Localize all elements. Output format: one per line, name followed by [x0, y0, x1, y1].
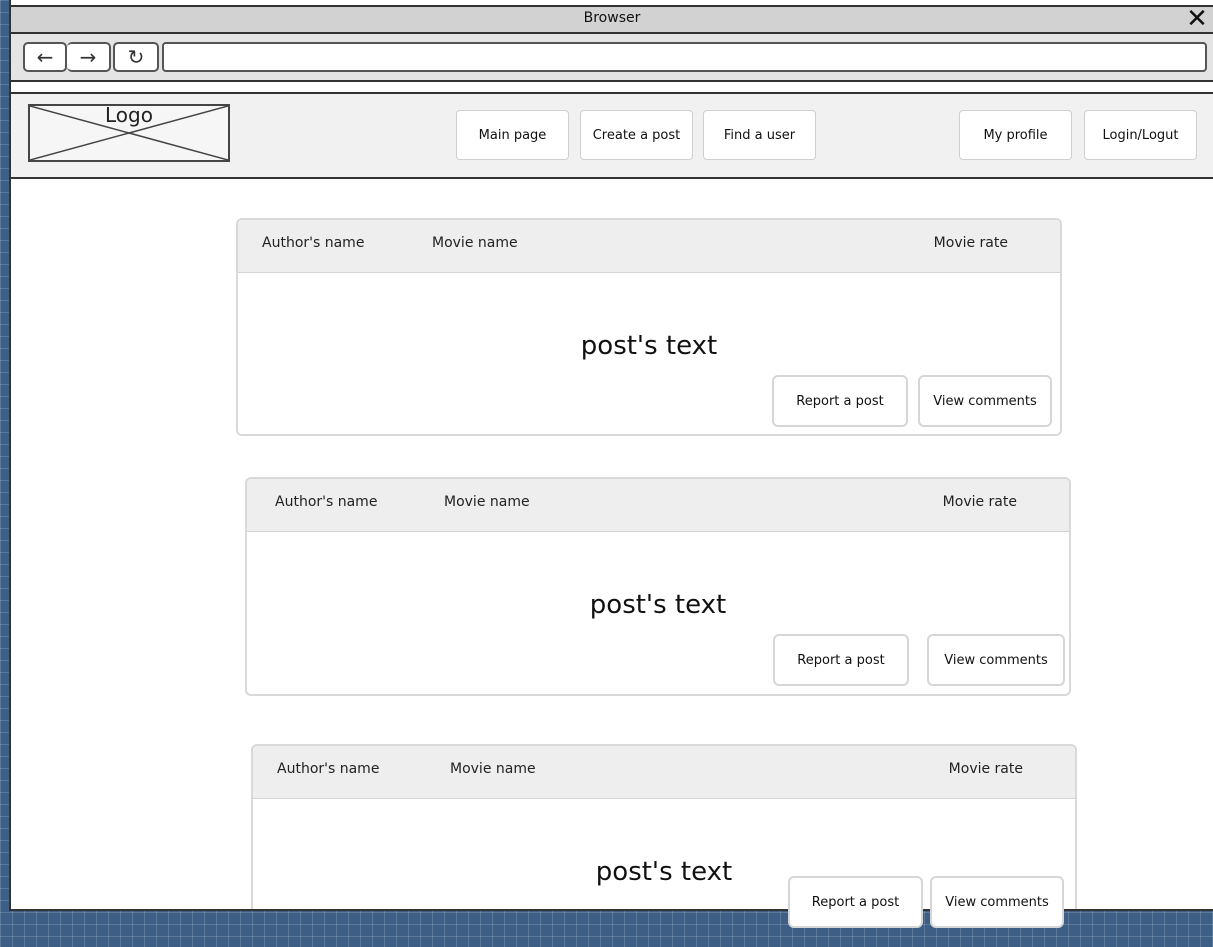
logo[interactable]: Logo	[28, 103, 230, 162]
find-user-button[interactable]: Find a user	[703, 110, 816, 160]
post-movie-name: Movie name	[444, 494, 530, 510]
post-movie-name: Movie name	[432, 235, 518, 251]
main-page-button[interactable]: Main page	[456, 110, 569, 160]
url-input[interactable]	[162, 42, 1207, 72]
app-header: Logo Main page Create a post Find a user…	[11, 92, 1213, 179]
reload-button[interactable]: ↻	[113, 42, 159, 72]
browser-window: Browser ✕ ← → ↻ Logo Main page Create a …	[9, 0, 1213, 911]
my-profile-button[interactable]: My profile	[959, 110, 1072, 160]
create-post-button[interactable]: Create a post	[580, 110, 693, 160]
close-icon[interactable]: ✕	[1185, 6, 1209, 32]
login-logout-button[interactable]: Login/Logut	[1084, 110, 1197, 160]
forward-button[interactable]: →	[67, 42, 111, 72]
report-post-button[interactable]: Report a post	[788, 876, 923, 928]
post-text: post's text	[589, 590, 727, 620]
arrow-right-icon: →	[79, 45, 97, 69]
post-movie-rate: Movie rate	[942, 494, 1017, 510]
post-author-name[interactable]: Author's name	[262, 235, 364, 251]
post-card: Author's name Movie name Movie rate post…	[236, 218, 1062, 436]
report-post-button[interactable]: Report a post	[773, 634, 909, 686]
view-comments-button[interactable]: View comments	[927, 634, 1065, 686]
post-text: post's text	[580, 331, 718, 361]
logo-label: Logo	[105, 103, 153, 127]
report-post-button[interactable]: Report a post	[772, 375, 908, 427]
browser-toolbar: ← → ↻	[11, 34, 1213, 82]
post-movie-rate: Movie rate	[948, 761, 1023, 777]
view-comments-button[interactable]: View comments	[918, 375, 1052, 427]
view-comments-button[interactable]: View comments	[930, 876, 1064, 928]
post-movie-name: Movie name	[450, 761, 536, 777]
post-header: Author's name Movie name Movie rate	[253, 746, 1075, 799]
browser-title-bar: Browser ✕	[11, 5, 1213, 34]
browser-title: Browser	[583, 10, 641, 26]
post-header: Author's name Movie name Movie rate	[238, 220, 1060, 273]
post-card: Author's name Movie name Movie rate post…	[245, 477, 1071, 696]
back-button[interactable]: ←	[23, 42, 67, 72]
post-author-name[interactable]: Author's name	[275, 494, 377, 510]
post-author-name[interactable]: Author's name	[277, 761, 379, 777]
reload-icon: ↻	[127, 45, 145, 69]
arrow-left-icon: ←	[36, 45, 54, 69]
post-movie-rate: Movie rate	[933, 235, 1008, 251]
post-header: Author's name Movie name Movie rate	[247, 479, 1069, 532]
